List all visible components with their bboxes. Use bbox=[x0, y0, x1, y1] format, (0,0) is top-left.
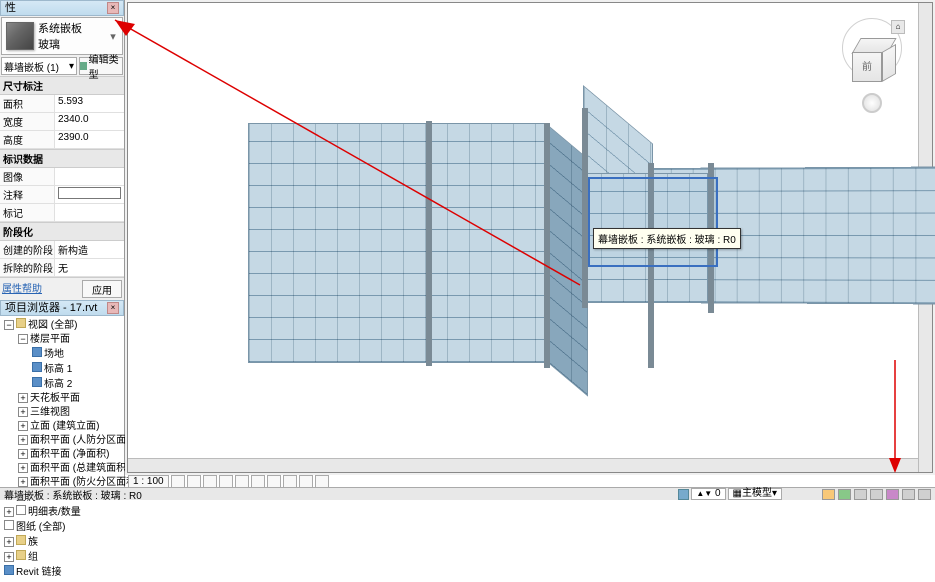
tree-item[interactable]: +面积平面 (净面积) bbox=[18, 448, 122, 462]
schedule-icon bbox=[16, 505, 26, 515]
collapse-icon[interactable]: − bbox=[4, 320, 14, 330]
expand-icon[interactable]: + bbox=[18, 393, 28, 403]
home-icon[interactable]: ⌂ bbox=[891, 20, 905, 34]
browser-title: 项目浏览器 - 17.rvt bbox=[5, 300, 97, 316]
tree-item[interactable]: +族 bbox=[4, 535, 122, 550]
tree-item[interactable]: +三维视图 bbox=[18, 406, 122, 420]
prop-row: 高度2390.0 bbox=[0, 131, 124, 149]
group-identity[interactable]: 标识数据 bbox=[0, 149, 124, 168]
worksets-icon[interactable] bbox=[678, 489, 689, 500]
type-thumbnail-icon bbox=[6, 22, 34, 50]
edit-icon bbox=[80, 62, 87, 70]
prop-area[interactable]: 5.593 bbox=[55, 95, 124, 112]
family-combo[interactable]: 幕墙嵌板 (1) ▾ bbox=[1, 57, 77, 75]
family-icon bbox=[16, 535, 26, 545]
tree-item[interactable]: +天花板平面 bbox=[18, 392, 122, 406]
properties-help-link[interactable]: 属性帮助 bbox=[2, 280, 78, 298]
prop-row: 创建的阶段新构造 bbox=[0, 241, 124, 259]
browser-header[interactable]: 项目浏览器 - 17.rvt × bbox=[0, 300, 124, 316]
tree-item[interactable]: 标高 1 bbox=[32, 362, 122, 377]
collapse-icon[interactable]: − bbox=[18, 334, 28, 344]
scrollbar-horizontal[interactable] bbox=[128, 458, 918, 472]
tree-item[interactable]: +组 bbox=[4, 550, 122, 565]
link-icon bbox=[4, 565, 14, 575]
select-face-icon[interactable] bbox=[870, 489, 883, 500]
view-icon bbox=[32, 347, 42, 357]
prop-height[interactable]: 2390.0 bbox=[55, 131, 124, 148]
element-tooltip: 幕墙嵌板 : 系统嵌板 : 玻璃 : R0 bbox=[593, 228, 741, 249]
edit-type-button[interactable]: 编辑类型 bbox=[79, 57, 123, 75]
tree-item[interactable]: +立面 (建筑立面) bbox=[18, 420, 122, 434]
prop-row: 标记 bbox=[0, 204, 124, 222]
properties-header[interactable]: 性 × bbox=[0, 0, 124, 16]
prop-image[interactable] bbox=[55, 168, 124, 185]
type-secondary: 玻璃 bbox=[38, 36, 106, 52]
tree-item[interactable]: +明细表/数量 bbox=[4, 505, 122, 520]
prop-width[interactable]: 2340.0 bbox=[55, 113, 124, 130]
select-underlay-icon[interactable] bbox=[838, 489, 851, 500]
project-browser-tree[interactable]: −视図 (全部) −楼层平面 场地 标高 1 标高 2 +天花板平面 +三维视图… bbox=[0, 316, 124, 582]
view-icon bbox=[32, 362, 42, 372]
viewport-3d[interactable]: ⌂ 前 幕墙嵌板 : 系统嵌板 : 玻璃 : R0 bbox=[125, 0, 935, 475]
prop-row: 拆除的阶段无 bbox=[0, 259, 124, 277]
tree-item[interactable]: 图纸 (全部) bbox=[4, 520, 122, 535]
close-icon[interactable]: × bbox=[107, 302, 119, 314]
prop-row: 宽度2340.0 bbox=[0, 113, 124, 131]
prop-mark[interactable] bbox=[55, 204, 124, 221]
filter-count-icon[interactable] bbox=[918, 489, 931, 500]
close-icon[interactable]: × bbox=[107, 2, 119, 14]
drag-elements-icon[interactable] bbox=[886, 489, 899, 500]
prop-row: 面积5.593 bbox=[0, 95, 124, 113]
prop-comment[interactable] bbox=[55, 186, 124, 203]
expand-icon[interactable]: + bbox=[18, 449, 28, 459]
design-options[interactable]: ▦ 主模型 ▾ bbox=[728, 488, 782, 500]
type-primary: 系统嵌板 bbox=[38, 20, 106, 36]
prop-phase-created[interactable]: 新构造 bbox=[55, 241, 124, 258]
expand-icon[interactable]: + bbox=[18, 477, 28, 487]
tree-item[interactable]: 场地 bbox=[32, 347, 122, 362]
group-phasing[interactable]: 阶段化 bbox=[0, 222, 124, 241]
chevron-down-icon: ▾ bbox=[69, 61, 74, 72]
select-links-icon[interactable] bbox=[822, 489, 835, 500]
expand-icon[interactable]: + bbox=[18, 407, 28, 417]
expand-icon[interactable]: + bbox=[18, 463, 28, 473]
expand-icon[interactable]: + bbox=[4, 552, 14, 562]
tree-item[interactable]: 标高 2 bbox=[32, 377, 122, 392]
group-icon bbox=[16, 550, 26, 560]
expand-icon[interactable]: + bbox=[4, 507, 14, 517]
viewcube-front[interactable]: 前 bbox=[852, 52, 882, 82]
filter-icon[interactable] bbox=[902, 489, 915, 500]
prop-phase-demolished[interactable]: 无 bbox=[55, 259, 124, 276]
expand-icon[interactable]: + bbox=[18, 435, 28, 445]
tree-item[interactable]: +面积平面 (总建筑面积) bbox=[18, 462, 122, 476]
type-selector[interactable]: 系统嵌板 玻璃 ▾ bbox=[1, 17, 123, 55]
selected-panel[interactable] bbox=[588, 177, 718, 267]
expand-icon[interactable]: + bbox=[18, 421, 28, 431]
select-pinned-icon[interactable] bbox=[854, 489, 867, 500]
apply-button[interactable]: 应用 bbox=[82, 280, 122, 298]
tree-item[interactable]: +面积平面 (人防分区面积) bbox=[18, 434, 122, 448]
expand-icon[interactable]: + bbox=[4, 537, 14, 547]
sheet-icon bbox=[4, 520, 14, 530]
status-count[interactable]: ▲▼ 0 bbox=[691, 488, 725, 500]
folder-icon bbox=[16, 318, 26, 328]
prop-row: 注释 bbox=[0, 186, 124, 204]
status-bar: 幕墙嵌板 : 系统嵌板 : 玻璃 : R0 ▲▼ 0 ▦ 主模型 ▾ bbox=[0, 487, 935, 500]
status-text: 幕墙嵌板 : 系统嵌板 : 玻璃 : R0 bbox=[4, 487, 142, 502]
prop-row: 图像 bbox=[0, 168, 124, 186]
properties-title: 性 bbox=[5, 0, 16, 16]
chevron-down-icon[interactable]: ▾ bbox=[106, 30, 120, 43]
viewcube[interactable]: 前 bbox=[852, 38, 894, 80]
view-icon bbox=[32, 377, 42, 387]
tree-item[interactable]: Revit 链接 bbox=[4, 565, 122, 580]
